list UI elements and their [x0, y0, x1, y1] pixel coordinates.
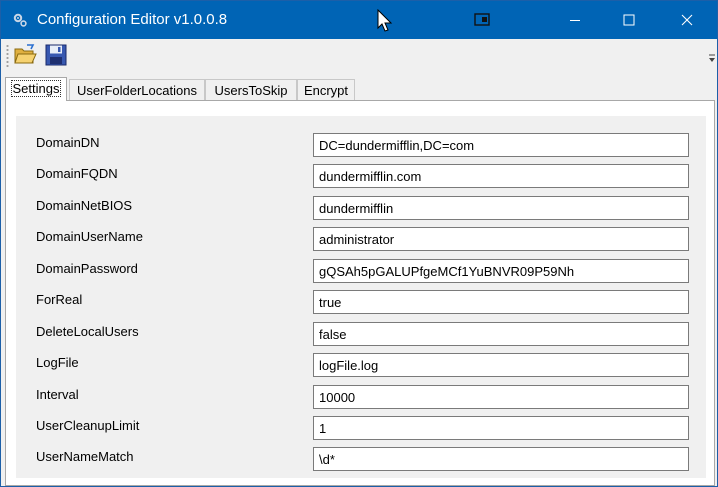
setting-label: UserNameMatch	[36, 449, 134, 464]
setting-row-log-file: LogFile	[16, 353, 706, 379]
setting-row-domain-password: DomainPassword	[16, 259, 706, 285]
tab-label: UsersToSkip	[214, 83, 288, 98]
setting-label: LogFile	[36, 355, 79, 370]
tab-label: UserFolderLocations	[77, 83, 197, 98]
toolbar-grip[interactable]	[6, 44, 9, 68]
floppy-disk-icon[interactable]	[44, 43, 68, 67]
window-title: Configuration Editor v1.0.0.8	[37, 11, 228, 28]
setting-label: ForReal	[36, 292, 83, 307]
setting-row-domain-fqdn: DomainFQDN	[16, 164, 706, 190]
tab-user-folder-locations[interactable]: UserFolderLocations	[69, 79, 205, 101]
domain-username-field[interactable]	[313, 227, 689, 251]
setting-label: DeleteLocalUsers	[36, 324, 139, 339]
maximize-icon	[623, 14, 635, 26]
minimize-button[interactable]	[552, 1, 598, 39]
user-cleanup-limit-field[interactable]	[313, 416, 689, 440]
tab-users-to-skip[interactable]: UsersToSkip	[205, 79, 297, 101]
tab-encrypt[interactable]: Encrypt	[297, 79, 355, 101]
setting-label: DomainNetBIOS	[36, 198, 133, 213]
setting-row-for-real: ForReal	[16, 290, 706, 316]
delete-local-users-field[interactable]	[313, 322, 689, 346]
setting-row-domain-netbios: DomainNetBIOS	[16, 196, 706, 222]
tab-strip: Settings UserFolderLocations UsersToSkip…	[5, 77, 715, 101]
user-name-match-field[interactable]	[313, 447, 689, 471]
close-icon	[681, 14, 693, 26]
for-real-field[interactable]	[313, 290, 689, 314]
settings-tab-panel: DomainDN DomainFQDN DomainNetBIOS Domain…	[5, 100, 715, 486]
setting-label: UserCleanupLimit	[36, 418, 140, 433]
snap-layout-icon[interactable]	[474, 13, 490, 27]
domain-netbios-field[interactable]	[313, 196, 689, 220]
open-folder-icon[interactable]	[13, 43, 37, 67]
setting-label: DomainFQDN	[36, 166, 118, 181]
toolbar	[1, 40, 717, 72]
log-file-field[interactable]	[313, 353, 689, 377]
setting-label: DomainPassword	[36, 261, 138, 276]
setting-row-user-name-match: UserNameMatch	[16, 447, 706, 473]
domain-fqdn-field[interactable]	[313, 164, 689, 188]
maximize-button[interactable]	[606, 1, 652, 39]
toolbar-overflow-icon[interactable]	[709, 54, 715, 64]
tab-settings[interactable]: Settings	[5, 77, 67, 101]
setting-label: DomainUserName	[36, 229, 143, 244]
title-bar[interactable]: Configuration Editor v1.0.0.8	[1, 1, 717, 39]
domain-dn-field[interactable]	[313, 133, 689, 157]
tab-label: Encrypt	[303, 83, 349, 98]
settings-form: DomainDN DomainFQDN DomainNetBIOS Domain…	[16, 116, 706, 478]
mouse-cursor-icon	[377, 9, 393, 32]
setting-row-domain-username: DomainUserName	[16, 227, 706, 253]
setting-row-user-cleanup-limit: UserCleanupLimit	[16, 416, 706, 442]
setting-row-domain-dn: DomainDN	[16, 133, 706, 159]
setting-label: Interval	[36, 387, 79, 402]
tab-label: Settings	[10, 80, 62, 97]
gears-app-icon	[13, 13, 27, 27]
interval-field[interactable]	[313, 385, 689, 409]
setting-label: DomainDN	[36, 135, 100, 150]
minimize-icon	[570, 20, 580, 21]
close-button[interactable]	[664, 1, 710, 39]
setting-row-delete-local-users: DeleteLocalUsers	[16, 322, 706, 348]
app-window: Configuration Editor v1.0.0.8 Settings U…	[0, 0, 718, 487]
setting-row-interval: Interval	[16, 385, 706, 411]
domain-password-field[interactable]	[313, 259, 689, 283]
